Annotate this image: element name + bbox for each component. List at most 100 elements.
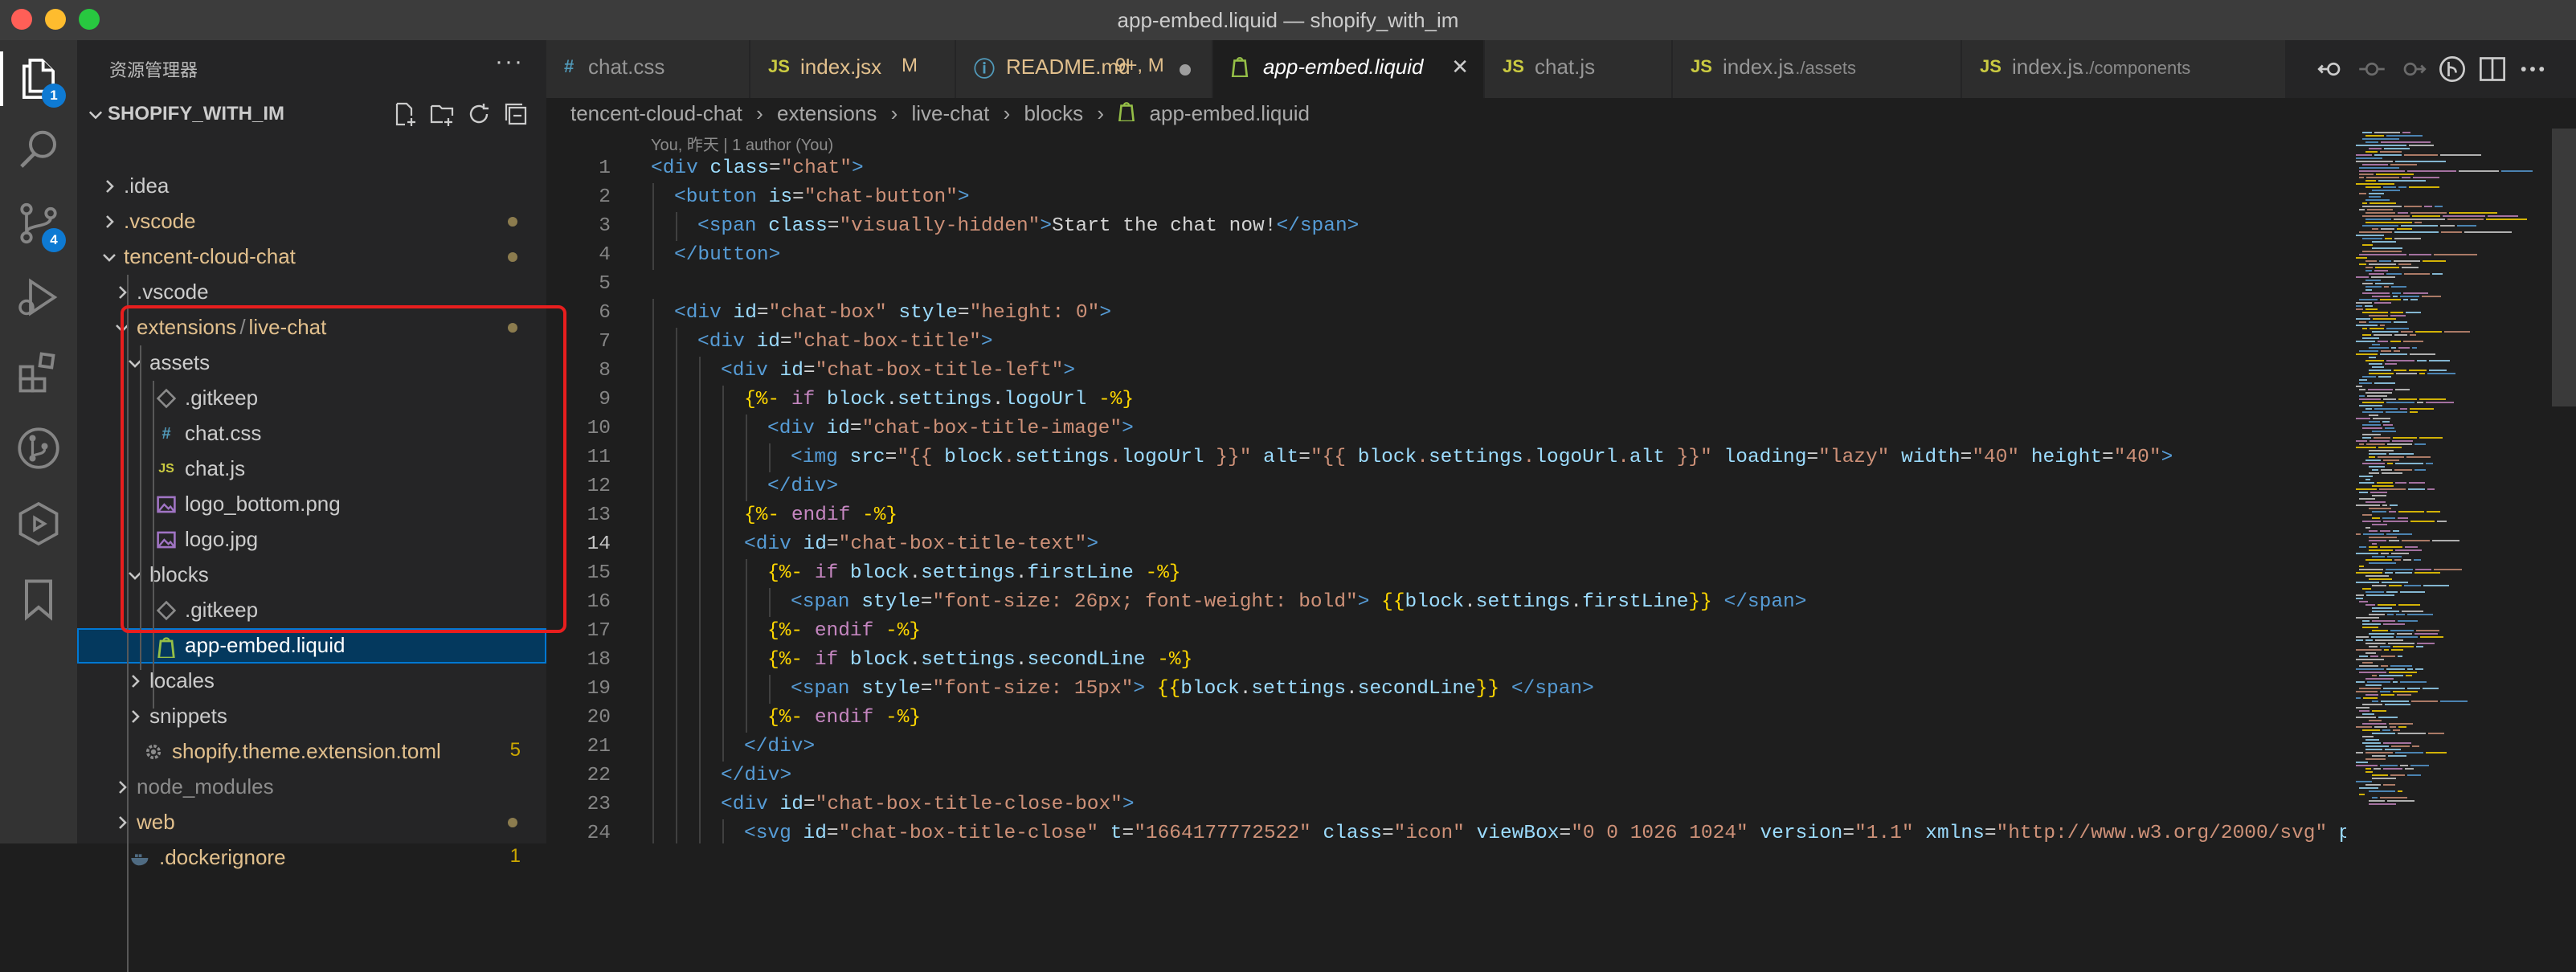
tab[interactable]: JS index.jsx M: [750, 40, 956, 98]
git-modified-dot: [508, 818, 517, 827]
refresh-icon[interactable]: [466, 101, 492, 127]
chevron-down-icon: [103, 254, 116, 262]
code-line: 1 <div class="chat">: [546, 154, 2346, 183]
extensions-icon[interactable]: [14, 349, 63, 397]
indent-guide: [676, 530, 677, 559]
chevron-down-icon: [88, 111, 103, 120]
git-graph-icon[interactable]: [14, 424, 63, 472]
tree-item[interactable]: locales: [77, 664, 546, 699]
tab-description: 9+, M: [1115, 55, 1164, 76]
code-text: </div>: [744, 736, 816, 758]
tab-label: chat.css: [588, 55, 665, 79]
unsaved-dot[interactable]: [1180, 64, 1191, 76]
breadcrumb-item[interactable]: app-embed.liquid: [1150, 101, 1310, 126]
code-text: <div id="chat-box-title-left">: [721, 360, 1076, 382]
run-debug-icon[interactable]: [14, 273, 63, 321]
shopify-icon: [1118, 100, 1135, 127]
line-number: 17: [587, 620, 611, 642]
indent-guide: [722, 733, 724, 762]
tree-item-label: tencent-cloud-chat: [124, 244, 296, 268]
tree-item[interactable]: node_modules: [77, 770, 546, 805]
tab-active[interactable]: app-embed.liquid ✕: [1213, 40, 1485, 98]
gear-icon: [141, 739, 166, 765]
tab-label: index.js: [2012, 55, 2083, 79]
tree-item[interactable]: tencent-cloud-chat: [77, 239, 546, 275]
minimap[interactable]: [2354, 129, 2547, 843]
code-line: 15 {%- if block.settings.firstLine -%}: [546, 559, 2346, 588]
indent-guide: [676, 501, 677, 530]
project-header[interactable]: SHOPIFY_WITH_IM: [77, 96, 546, 132]
more-actions-icon[interactable]: [2518, 55, 2547, 84]
indent-guide: [746, 472, 747, 501]
step-icon[interactable]: [2357, 55, 2386, 84]
code-text: <span style="font-size: 26px; font-weigh…: [791, 591, 1807, 613]
code-text: {%- if block.settings.logoUrl -%}: [744, 389, 1135, 410]
code-line: 13 {%- endif -%}: [546, 501, 2346, 530]
close-icon[interactable]: ✕: [1451, 55, 1469, 80]
indent-guide: [722, 472, 724, 501]
tree-item[interactable]: app-embed.liquid: [77, 628, 546, 664]
tab[interactable]: ⓘ README.md 9+, M: [956, 40, 1213, 98]
tree-item[interactable]: web: [77, 805, 546, 840]
code-text: {%- if block.settings.firstLine -%}: [767, 562, 1181, 584]
project-name: SHOPIFY_WITH_IM: [108, 103, 285, 125]
line-number: 22: [587, 765, 611, 786]
code-text: </button>: [674, 244, 781, 266]
title-bar: app-embed.liquid — shopify_with_im: [0, 0, 2576, 40]
tree-item-label: .idea: [124, 174, 170, 198]
source-control-icon[interactable]: 4: [14, 199, 66, 252]
breadcrumb-item[interactable]: live-chat: [912, 101, 990, 126]
more-actions-button[interactable]: ···: [495, 48, 524, 76]
remote-explorer-icon[interactable]: [14, 500, 63, 548]
tree-item[interactable]: shopify.theme.extension.toml 5: [77, 734, 546, 770]
tree-item[interactable]: .dockerignore 1: [77, 840, 546, 876]
indent-guide: [722, 819, 724, 843]
tree-item[interactable]: .vscode: [77, 204, 546, 239]
code-line: 6 <div id="chat-box" style="height: 0">: [546, 299, 2346, 328]
search-icon[interactable]: [14, 125, 63, 174]
indent-guide: [652, 501, 654, 530]
line-number: 2: [599, 186, 611, 208]
code-text: <button is="chat-button">: [674, 186, 970, 208]
code-line: 7 <div id="chat-box-title">: [546, 328, 2346, 357]
line-number: 23: [587, 794, 611, 815]
tab[interactable]: JS chat.js: [1485, 40, 1673, 98]
indent-guide: [746, 646, 747, 675]
go-back-icon[interactable]: [2317, 55, 2346, 84]
split-editor-icon[interactable]: [2478, 55, 2507, 84]
docker-icon: [129, 845, 153, 871]
bookmark-icon[interactable]: [14, 575, 63, 623]
indent-guide: [652, 443, 654, 472]
code-text: {%- endif -%}: [767, 620, 922, 642]
tree-item[interactable]: .idea: [77, 169, 546, 204]
tab[interactable]: JS index.js .../components: [1962, 40, 2287, 98]
indent-guide: [676, 357, 677, 386]
tab[interactable]: JS index.js .../assets: [1673, 40, 1962, 98]
breadcrumb-item[interactable]: extensions: [777, 101, 877, 126]
scrollbar-thumb[interactable]: [2552, 129, 2576, 406]
code-line: 18 {%- if block.settings.secondLine -%}: [546, 646, 2346, 675]
go-forward-icon[interactable]: [2398, 55, 2427, 84]
codelens-blame[interactable]: You, 昨天 | 1 author (You): [651, 132, 833, 155]
collapse-all-icon[interactable]: [503, 101, 529, 127]
code-line: 23 <div id="chat-box-title-close-box">: [546, 790, 2346, 819]
line-number: 13: [587, 504, 611, 526]
editor-actions: [2306, 40, 2576, 98]
tab-description: M: [902, 55, 918, 76]
new-folder-icon[interactable]: [429, 101, 455, 127]
breadcrumb-item[interactable]: blocks: [1024, 101, 1083, 126]
code-editor[interactable]: 1 <div class="chat"> 2 <button is="chat-but…: [546, 154, 2346, 843]
new-file-icon[interactable]: [392, 101, 418, 127]
line-number: 3: [599, 215, 611, 237]
indent-guide: [722, 415, 724, 443]
files-icon[interactable]: 1: [0, 51, 66, 108]
indent-guide: [652, 530, 654, 559]
timeline-icon[interactable]: [2438, 55, 2467, 84]
source-control-badge: 4: [42, 228, 66, 252]
tab[interactable]: # chat.css: [546, 40, 750, 98]
indent-guide: [676, 443, 677, 472]
tree-item[interactable]: snippets: [77, 699, 546, 734]
indent-guide: [676, 617, 677, 646]
tab-label: chat.js: [1535, 55, 1596, 79]
breadcrumb-item[interactable]: tencent-cloud-chat: [570, 101, 742, 126]
